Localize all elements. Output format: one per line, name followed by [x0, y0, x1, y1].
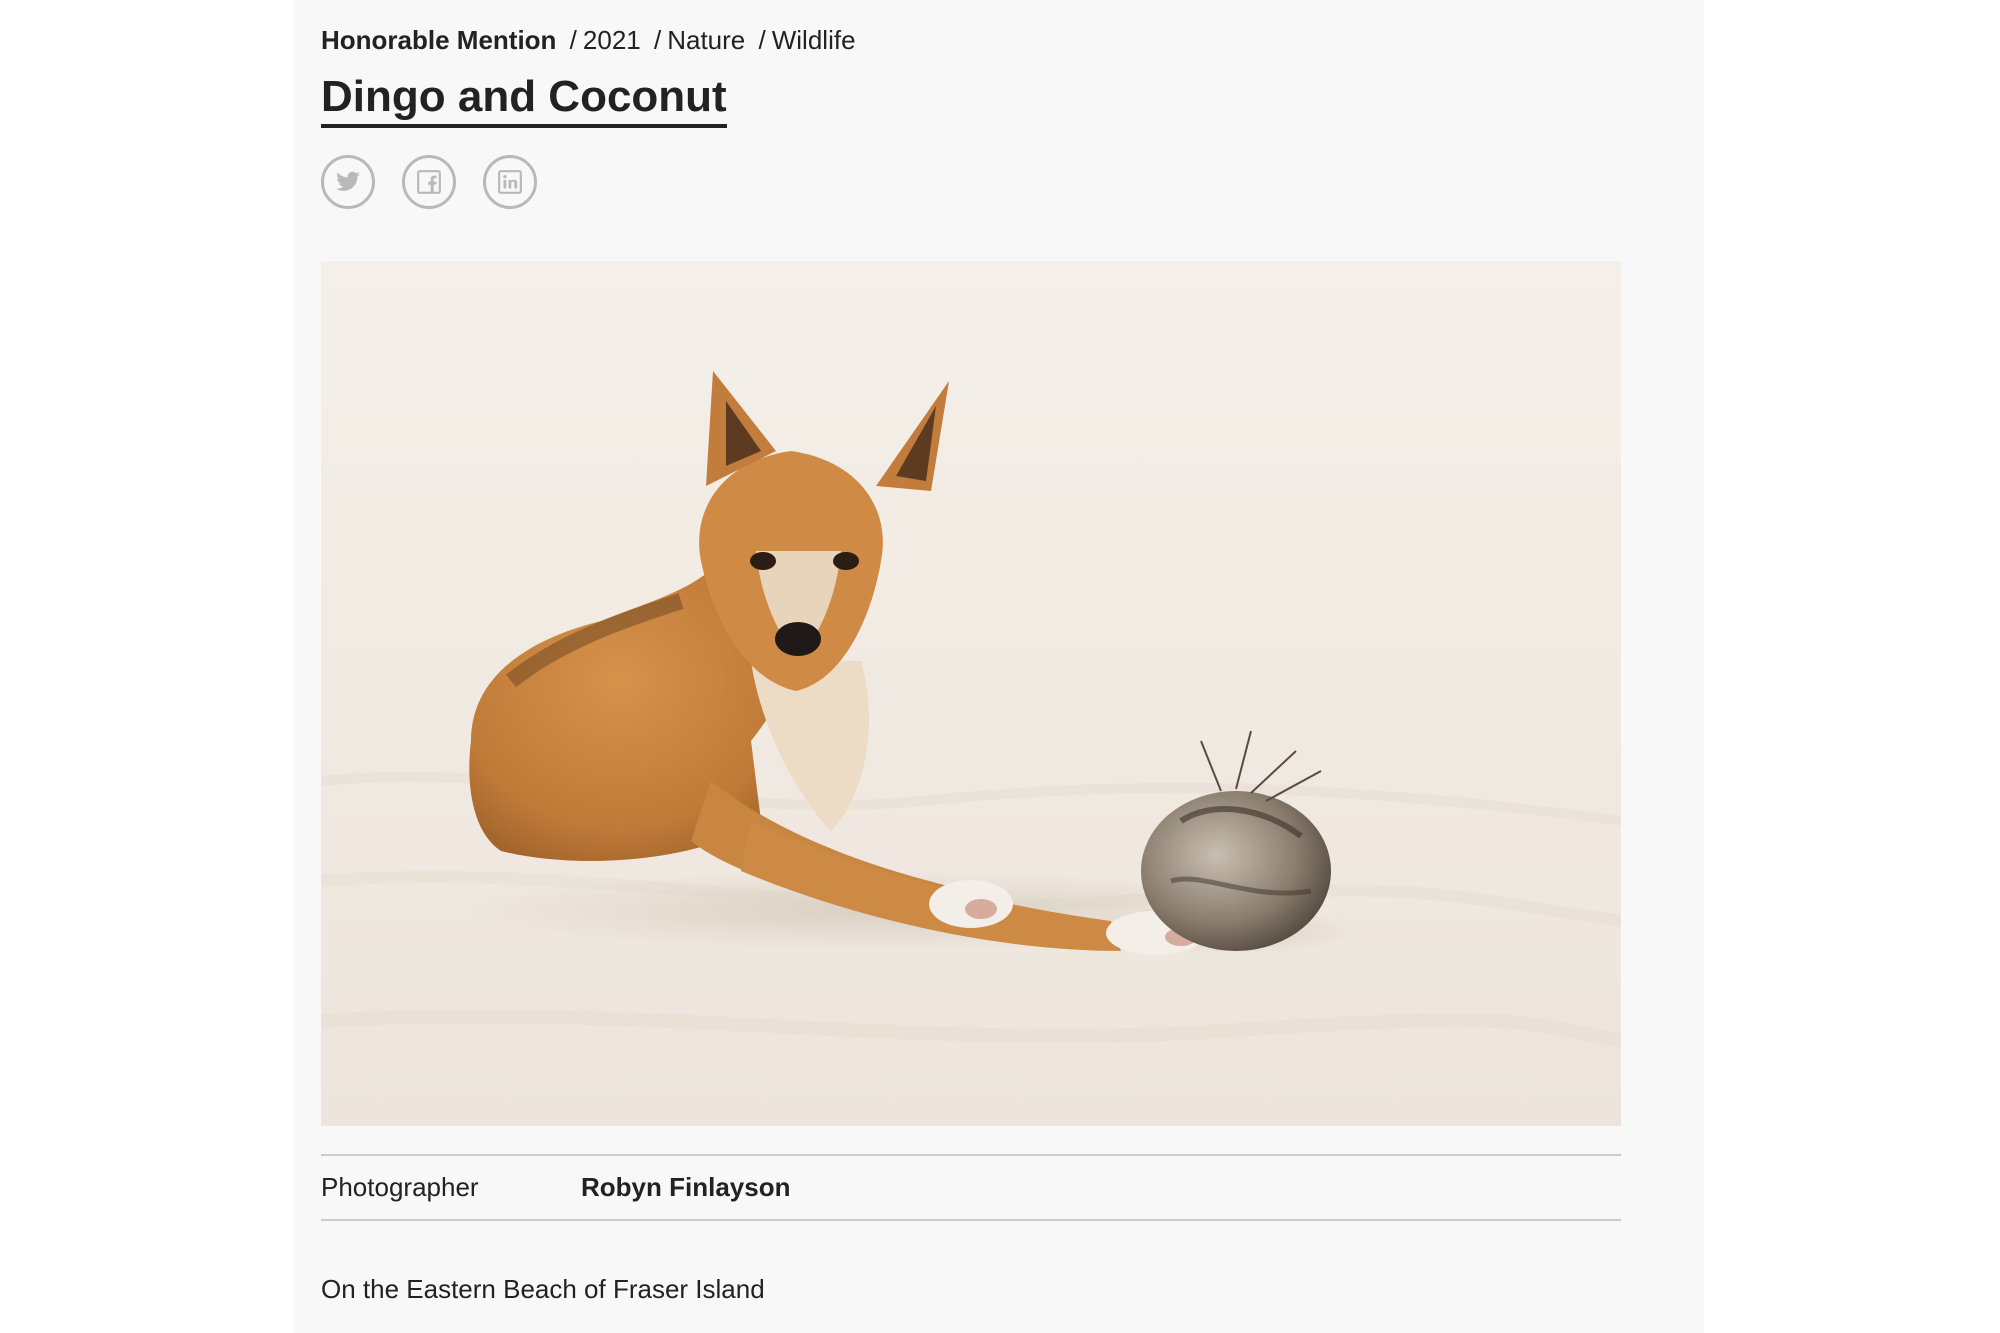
share-facebook-button[interactable]: [402, 155, 456, 209]
breadcrumb: Honorable Mention /2021 /Nature / Wildlif…: [321, 24, 856, 56]
breadcrumb-category[interactable]: Nature: [667, 25, 745, 55]
photo-description: On the Eastern Beach of Fraser Island: [321, 1274, 765, 1304]
award-label: Honorable Mention: [321, 25, 557, 55]
entry-photo[interactable]: [321, 261, 1621, 1126]
breadcrumb-separator: /: [653, 25, 662, 55]
twitter-icon: [336, 171, 360, 191]
breadcrumb-separator: /: [758, 25, 766, 55]
linkedin-icon: [498, 170, 522, 194]
dingo-with-coconut-image: [321, 261, 1621, 1126]
share-bar: [321, 155, 537, 209]
photographer-row: Photographer Robyn Finlayson: [321, 1154, 1621, 1221]
photographer-name[interactable]: Robyn Finlayson: [581, 1172, 790, 1203]
share-linkedin-button[interactable]: [483, 155, 537, 209]
entry-card: Honorable Mention /2021 /Nature / Wildlif…: [294, 0, 1704, 1333]
photographer-label: Photographer: [321, 1172, 479, 1202]
facebook-icon: [417, 170, 441, 194]
breadcrumb-year[interactable]: 2021: [583, 25, 641, 55]
entry-title: Dingo and Coconut: [321, 70, 727, 128]
breadcrumb-separator: /: [569, 25, 577, 55]
breadcrumb-subcategory[interactable]: Wildlife: [772, 25, 856, 55]
share-twitter-button[interactable]: [321, 155, 375, 209]
